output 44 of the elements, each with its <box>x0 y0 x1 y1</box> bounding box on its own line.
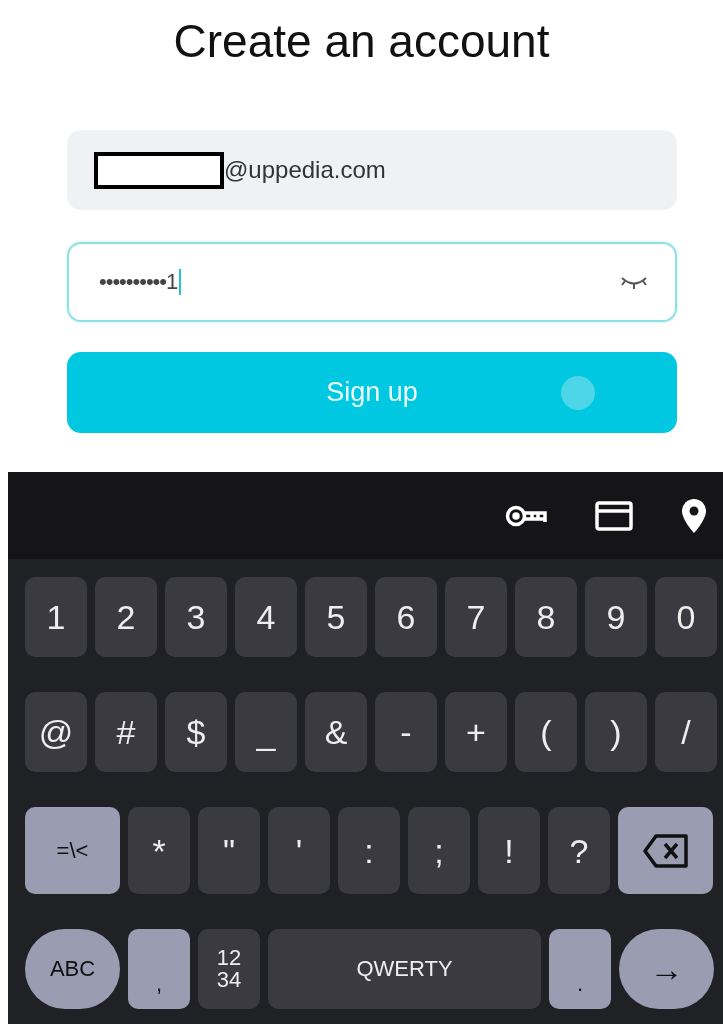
keyboard-key[interactable]: 1 <box>25 577 87 657</box>
touch-indicator <box>561 376 595 410</box>
keyboard-key[interactable]: $ <box>165 692 227 772</box>
keyboard-key[interactable]: + <box>445 692 507 772</box>
keyboard-key[interactable]: 9 <box>585 577 647 657</box>
enter-key[interactable]: → <box>619 929 714 1009</box>
keyboard-key[interactable]: _ <box>235 692 297 772</box>
keyboard-key[interactable]: @ <box>25 692 87 772</box>
keyboard-key[interactable]: 7 <box>445 577 507 657</box>
space-key[interactable]: QWERTY <box>268 929 541 1009</box>
symbols-key[interactable]: =\< <box>25 807 120 894</box>
key-icon[interactable] <box>505 504 547 527</box>
keyboard-key[interactable]: * <box>128 807 190 894</box>
keyboard-key[interactable]: ( <box>515 692 577 772</box>
keyboard-key[interactable]: 2 <box>95 577 157 657</box>
keyboard-key[interactable]: ; <box>408 807 470 894</box>
text-cursor <box>179 269 182 295</box>
keyboard-key[interactable]: 6 <box>375 577 437 657</box>
keyboard-key[interactable]: 0 <box>655 577 717 657</box>
keyboard-key[interactable]: ' <box>268 807 330 894</box>
card-icon[interactable] <box>595 500 633 531</box>
numbers-key[interactable]: 12 34 <box>198 929 260 1009</box>
keyboard-key[interactable]: ) <box>585 692 647 772</box>
keyboard-key[interactable]: # <box>95 692 157 772</box>
email-field[interactable]: @uppedia.com <box>67 130 677 210</box>
keyboard-key[interactable]: ? <box>548 807 610 894</box>
keyboard-key[interactable]: 4 <box>235 577 297 657</box>
keyboard-key[interactable]: ! <box>478 807 540 894</box>
keyboard-key[interactable]: 5 <box>305 577 367 657</box>
keyboard-key[interactable]: 3 <box>165 577 227 657</box>
backspace-key[interactable] <box>618 807 713 894</box>
keyboard-key[interactable]: " <box>198 807 260 894</box>
backspace-icon <box>641 832 690 869</box>
keyboard-key[interactable]: / <box>655 692 717 772</box>
alphabet-key[interactable]: ABC <box>25 929 120 1009</box>
keyboard-key[interactable]: - <box>375 692 437 772</box>
keyboard-key[interactable]: : <box>338 807 400 894</box>
keyboard-key[interactable]: . <box>549 929 611 1009</box>
password-field[interactable]: ••••••••••1 <box>67 242 677 322</box>
page-title: Create an account <box>173 14 550 69</box>
keyboard-key[interactable]: & <box>305 692 367 772</box>
location-pin-icon[interactable] <box>681 497 707 534</box>
keyboard-key[interactable]: 8 <box>515 577 577 657</box>
keyboard-key[interactable]: , <box>128 929 190 1009</box>
